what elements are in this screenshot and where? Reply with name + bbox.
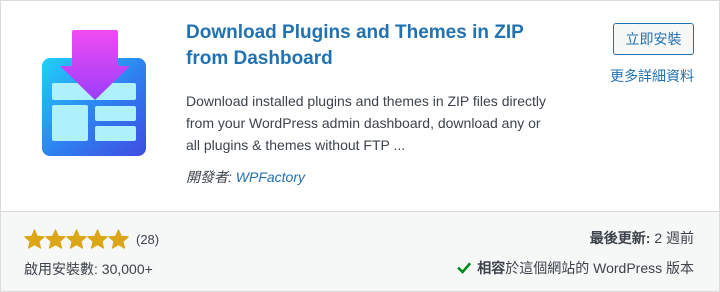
plugin-card: Download Plugins and Themes in ZIP from … — [0, 0, 720, 292]
last-updated: 最後更新: 2 週前 — [590, 228, 694, 248]
install-now-button[interactable]: 立即安裝 — [613, 23, 694, 55]
last-updated-label: 最後更新: — [589, 230, 651, 246]
plugin-title-heading: Download Plugins and Themes in ZIP from … — [186, 20, 556, 72]
plugin-icon-link[interactable] — [40, 28, 150, 158]
author-link[interactable]: WPFactory — [236, 169, 305, 185]
plugin-card-bottom: (28) 啟用安裝數: 30,000+ 最後更新: 2 週前 相容 於這個網站的 … — [1, 211, 719, 291]
star-rating: (28) — [24, 228, 159, 250]
active-installs-label: 啟用安裝數: — [24, 261, 98, 277]
active-installs-value: 30,000+ — [101, 261, 153, 277]
compatibility-status: 相容 於這個網站的 WordPress 版本 — [457, 258, 694, 278]
plugin-card-top: Download Plugins and Themes in ZIP from … — [1, 1, 719, 211]
star-icon — [87, 228, 108, 249]
plugin-description: Download installed plugins and themes in… — [186, 93, 547, 153]
star-icon — [66, 228, 87, 249]
star-icon — [45, 228, 66, 249]
check-icon — [457, 262, 472, 274]
star-icon — [108, 228, 129, 249]
more-details-link[interactable]: 更多詳細資料 — [610, 67, 694, 85]
plugin-author: 開發者: WPFactory — [186, 167, 305, 187]
star-icon — [24, 228, 45, 249]
download-plugin-icon — [42, 30, 146, 156]
author-label: 開發者: — [186, 169, 232, 185]
last-updated-value: 2 週前 — [654, 230, 694, 246]
plugin-title-link[interactable]: Download Plugins and Themes in ZIP from … — [186, 22, 523, 69]
compatibility-strong: 相容 — [477, 260, 506, 276]
rating-count-link[interactable]: (28) — [136, 232, 159, 247]
rating-stars — [24, 228, 129, 250]
compatibility-text: 於這個網站的 WordPress 版本 — [505, 260, 694, 276]
active-installs: 啟用安裝數: 30,000+ — [24, 259, 153, 279]
